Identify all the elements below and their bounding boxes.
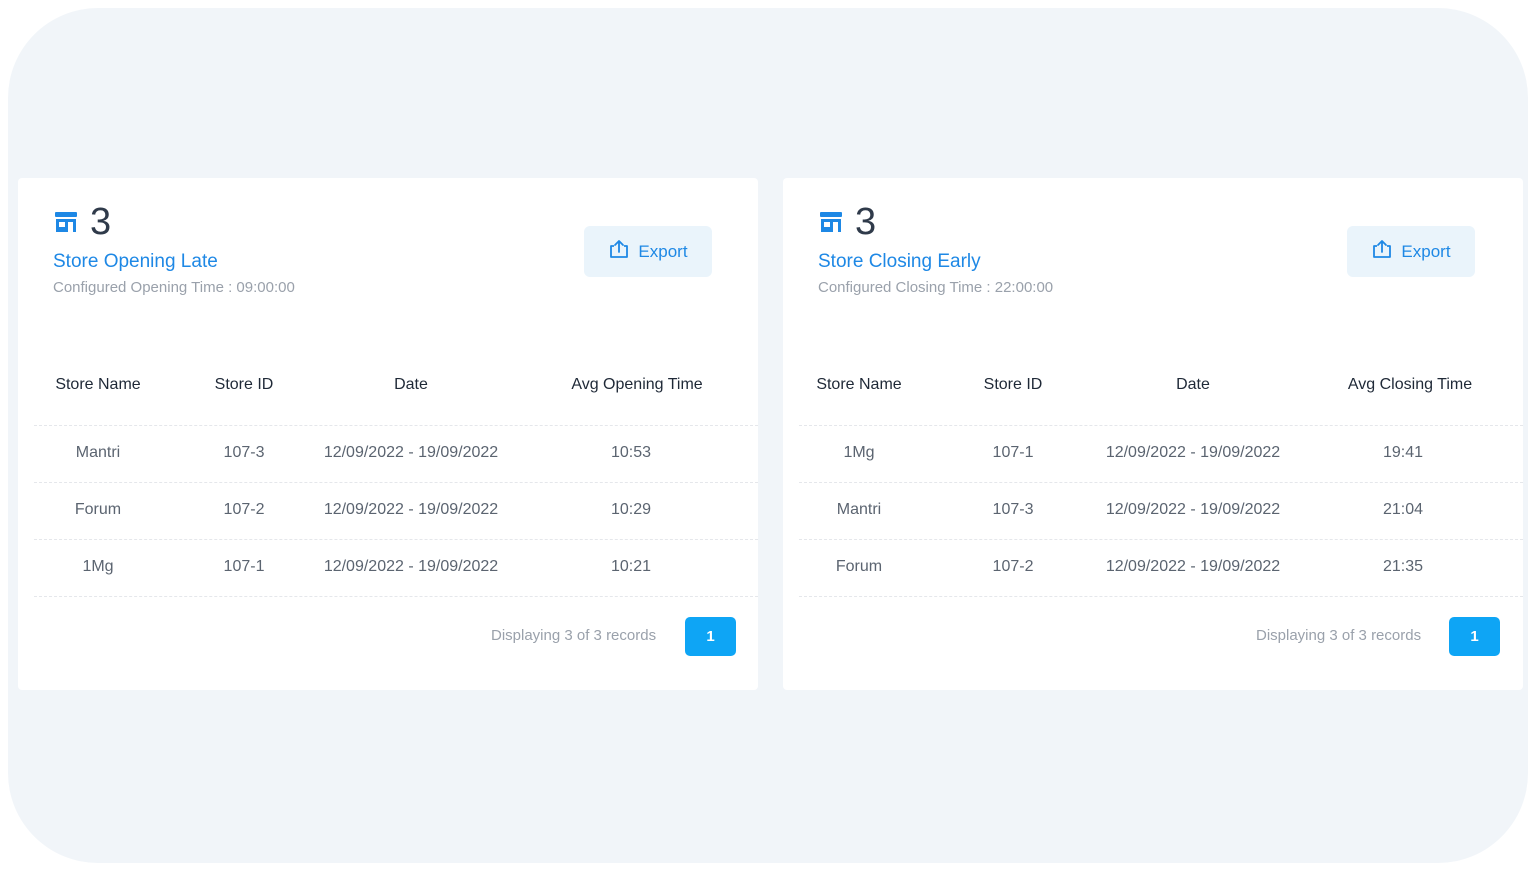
- store-name-cell: 1Mg: [82, 558, 114, 575]
- table-row[interactable]: Mantri 107-3 12/09/2022 - 19/09/2022 21:…: [799, 482, 1523, 540]
- late-store-count: 3: [90, 201, 112, 243]
- date-range-cell: 12/09/2022 - 19/09/2022: [323, 558, 499, 575]
- column-header-date[interactable]: Date: [394, 376, 428, 394]
- record-count-label: Displaying 3 of 3 records: [491, 627, 657, 644]
- date-range-cell: 12/09/2022 - 19/09/2022: [323, 444, 499, 461]
- column-header-avg-time[interactable]: Avg Opening Time: [571, 376, 702, 394]
- table-row[interactable]: 1Mg 107-1 12/09/2022 - 19/09/2022 19:41: [799, 425, 1523, 483]
- record-count-label: Displaying 3 of 3 records: [1256, 627, 1422, 644]
- store-name-cell: Forum: [835, 558, 883, 575]
- panel-title: Store Closing Early: [818, 251, 981, 272]
- column-header-store-name[interactable]: Store Name: [816, 376, 901, 394]
- share-export-icon: [608, 239, 630, 264]
- store-icon: [54, 211, 78, 233]
- avg-time-cell: 10:53: [610, 444, 652, 461]
- table-header: Store Name Store ID Date Avg Opening Tim…: [34, 376, 758, 406]
- export-label: Export: [638, 241, 688, 261]
- avg-time-cell: 21:35: [1382, 558, 1424, 575]
- store-id-cell: 107-3: [992, 501, 1034, 518]
- page-1-button[interactable]: 1: [685, 617, 736, 656]
- store-id-cell: 107-2: [223, 501, 265, 518]
- date-range-cell: 12/09/2022 - 19/09/2022: [1105, 501, 1281, 518]
- avg-time-cell: 10:29: [610, 501, 652, 518]
- column-header-store-id[interactable]: Store ID: [215, 376, 274, 394]
- panel-title: Store Opening Late: [53, 251, 218, 272]
- table-row[interactable]: Forum 107-2 12/09/2022 - 19/09/2022 21:3…: [799, 539, 1523, 597]
- column-header-avg-time[interactable]: Avg Closing Time: [1348, 376, 1472, 394]
- export-button[interactable]: Export: [584, 226, 712, 277]
- column-header-date[interactable]: Date: [1176, 376, 1210, 394]
- dashboard-background: 3 Store Opening Late Configured Opening …: [8, 8, 1528, 863]
- export-label: Export: [1401, 241, 1451, 261]
- page-1-button[interactable]: 1: [1449, 617, 1500, 656]
- table-row[interactable]: Mantri 107-3 12/09/2022 - 19/09/2022 10:…: [34, 425, 758, 483]
- store-id-cell: 107-3: [223, 444, 265, 461]
- column-header-store-name[interactable]: Store Name: [55, 376, 140, 394]
- early-store-count: 3: [855, 201, 877, 243]
- avg-time-cell: 19:41: [1382, 444, 1424, 461]
- export-button[interactable]: Export: [1347, 226, 1475, 277]
- table-divider: [34, 596, 758, 597]
- date-range-cell: 12/09/2022 - 19/09/2022: [1105, 558, 1281, 575]
- table-divider: [799, 596, 1523, 597]
- store-id-cell: 107-1: [992, 444, 1034, 461]
- date-range-cell: 12/09/2022 - 19/09/2022: [323, 501, 499, 518]
- store-id-cell: 107-2: [992, 558, 1034, 575]
- avg-time-cell: 10:21: [610, 558, 652, 575]
- store-closing-early-panel: 3 Store Closing Early Configured Closing…: [783, 178, 1523, 690]
- configured-time-label: Configured Closing Time : 22:00:00: [818, 279, 1054, 296]
- store-name-cell: Mantri: [75, 444, 121, 461]
- configured-time-label: Configured Opening Time : 09:00:00: [53, 279, 295, 296]
- share-export-icon: [1371, 239, 1393, 264]
- store-name-cell: 1Mg: [843, 444, 875, 461]
- date-range-cell: 12/09/2022 - 19/09/2022: [1105, 444, 1281, 461]
- table-row[interactable]: Forum 107-2 12/09/2022 - 19/09/2022 10:2…: [34, 482, 758, 540]
- store-id-cell: 107-1: [223, 558, 265, 575]
- table-header: Store Name Store ID Date Avg Closing Tim…: [799, 376, 1523, 406]
- column-header-store-id[interactable]: Store ID: [984, 376, 1043, 394]
- table-row[interactable]: 1Mg 107-1 12/09/2022 - 19/09/2022 10:21: [34, 539, 758, 597]
- store-icon: [819, 211, 843, 233]
- avg-time-cell: 21:04: [1382, 501, 1424, 518]
- store-name-cell: Forum: [74, 501, 122, 518]
- store-opening-late-panel: 3 Store Opening Late Configured Opening …: [18, 178, 758, 690]
- store-name-cell: Mantri: [836, 501, 882, 518]
